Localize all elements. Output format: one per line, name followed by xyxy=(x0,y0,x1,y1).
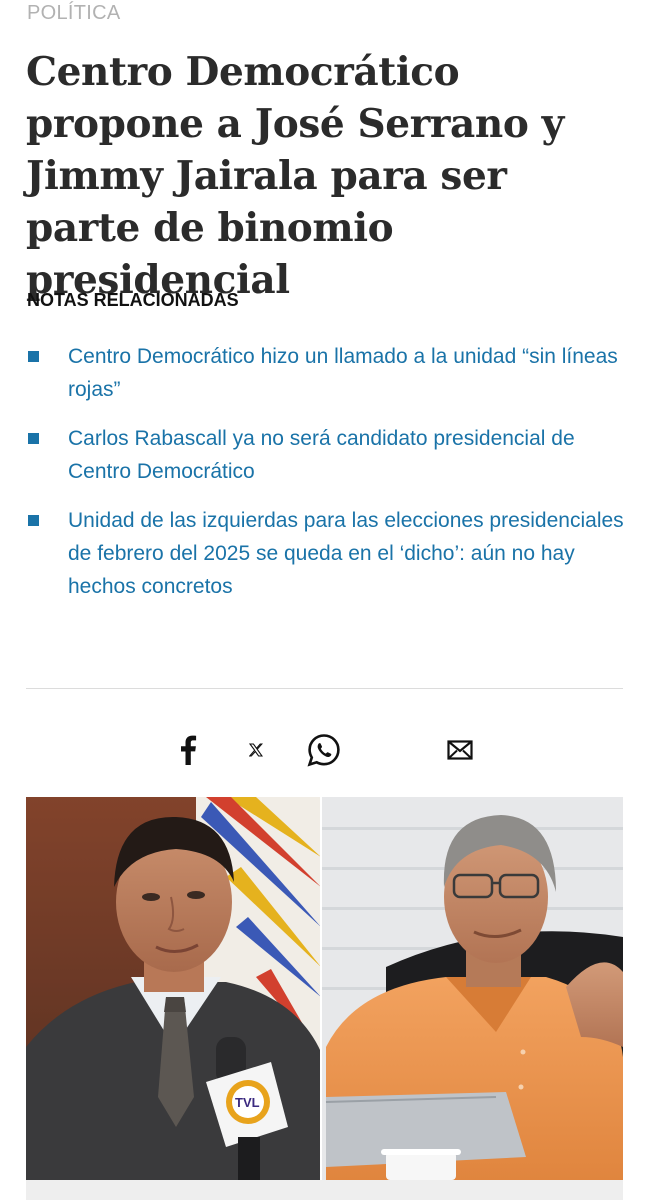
right-portrait xyxy=(321,797,623,1180)
bullet-square-icon xyxy=(28,515,39,526)
x-icon xyxy=(249,743,263,757)
divider xyxy=(26,688,623,689)
related-note-link[interactable]: Centro Democrático hizo un llamado a la … xyxy=(27,340,627,406)
article-headline: Centro Democrático propone a José Serran… xyxy=(26,49,564,303)
bullet-square-icon xyxy=(28,433,39,444)
facebook-icon xyxy=(181,735,197,765)
related-note-link[interactable]: Unidad de las izquierdas para las elecci… xyxy=(27,504,627,603)
related-note-label: Carlos Rabascall ya no será candidato pr… xyxy=(68,427,575,483)
share-whatsapp-button[interactable] xyxy=(300,726,348,774)
related-notes-title: NOTAS RELACIONADAS xyxy=(27,290,239,310)
bullet-square-icon xyxy=(28,351,39,362)
related-note-link[interactable]: Carlos Rabascall ya no será candidato pr… xyxy=(27,422,627,488)
whatsapp-icon xyxy=(307,734,340,767)
section-label[interactable]: POLÍTICA xyxy=(27,2,121,25)
article-photo-composite: NAL TVL xyxy=(26,797,623,1180)
caption-strip xyxy=(26,1180,623,1200)
share-bar xyxy=(0,726,649,774)
share-x-button[interactable] xyxy=(232,726,280,774)
tvl-mic-logo: TVL xyxy=(235,1095,260,1110)
share-email-button[interactable] xyxy=(436,726,484,774)
left-portrait: NAL TVL xyxy=(26,797,321,1180)
related-notes-list: Centro Democrático hizo un llamado a la … xyxy=(27,340,627,619)
related-note-label: Centro Democrático hizo un llamado a la … xyxy=(68,345,618,401)
email-icon xyxy=(447,740,473,760)
related-note-label: Unidad de las izquierdas para las elecci… xyxy=(68,509,624,598)
share-facebook-button[interactable] xyxy=(164,726,212,774)
article-photo: NAL TVL xyxy=(26,797,623,1180)
